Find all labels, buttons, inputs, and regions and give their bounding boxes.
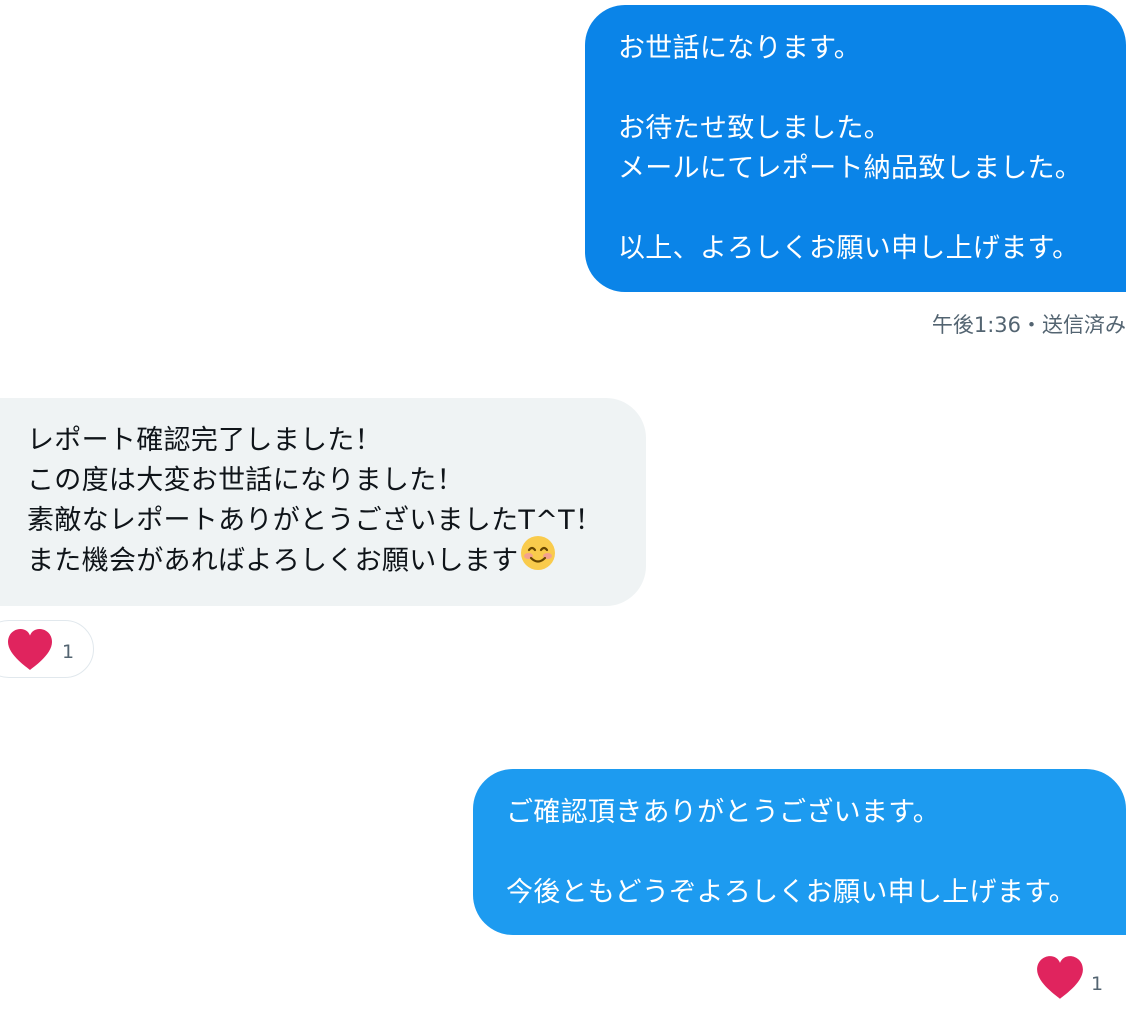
message-text-line: メールにてレポート納品致しました。	[618, 153, 1083, 184]
message-timestamp: 午後1:36・送信済み	[931, 313, 1126, 337]
message-text-line: 今後ともどうぞよろしくお願い申し上げます。	[506, 877, 1077, 908]
message-text-line: 以上、よろしくお願い申し上げます。	[618, 233, 1080, 264]
reaction-count: 1	[1091, 973, 1104, 995]
heart-icon	[6, 628, 54, 676]
heart-icon	[1035, 955, 1085, 1005]
message-text-line: お待たせ致しました。	[618, 113, 891, 144]
message-text-line-with-emoji: また機会があればよろしくお願いします	[27, 536, 646, 581]
message-text-line: この度は大変お世話になりました！	[27, 465, 464, 496]
smiling-face-emoji-icon	[520, 535, 556, 583]
reaction-count: 1	[62, 641, 75, 663]
message-text-line: レポート確認完了しました！	[27, 425, 382, 456]
message-text: また機会があればよろしくお願いします	[27, 545, 519, 577]
reaction-button[interactable]: 1	[0, 620, 94, 678]
received-message-bubble[interactable]: レポート確認完了しました！ この度は大変お世話になりました！ 素敵なレポートあり…	[0, 398, 646, 606]
sent-message-bubble[interactable]: お世話になります。 お待たせ致しました。 メールにてレポート納品致しました。 以…	[585, 5, 1126, 292]
message-text-line: お世話になります。	[618, 33, 861, 64]
sent-message-bubble[interactable]: ご確認頂きありがとうございます。 今後ともどうぞよろしくお願い申し上げます。	[473, 769, 1126, 935]
reaction-button[interactable]: 1	[1035, 955, 1115, 1005]
message-text-line: ご確認頂きありがとうございます。	[506, 797, 941, 828]
